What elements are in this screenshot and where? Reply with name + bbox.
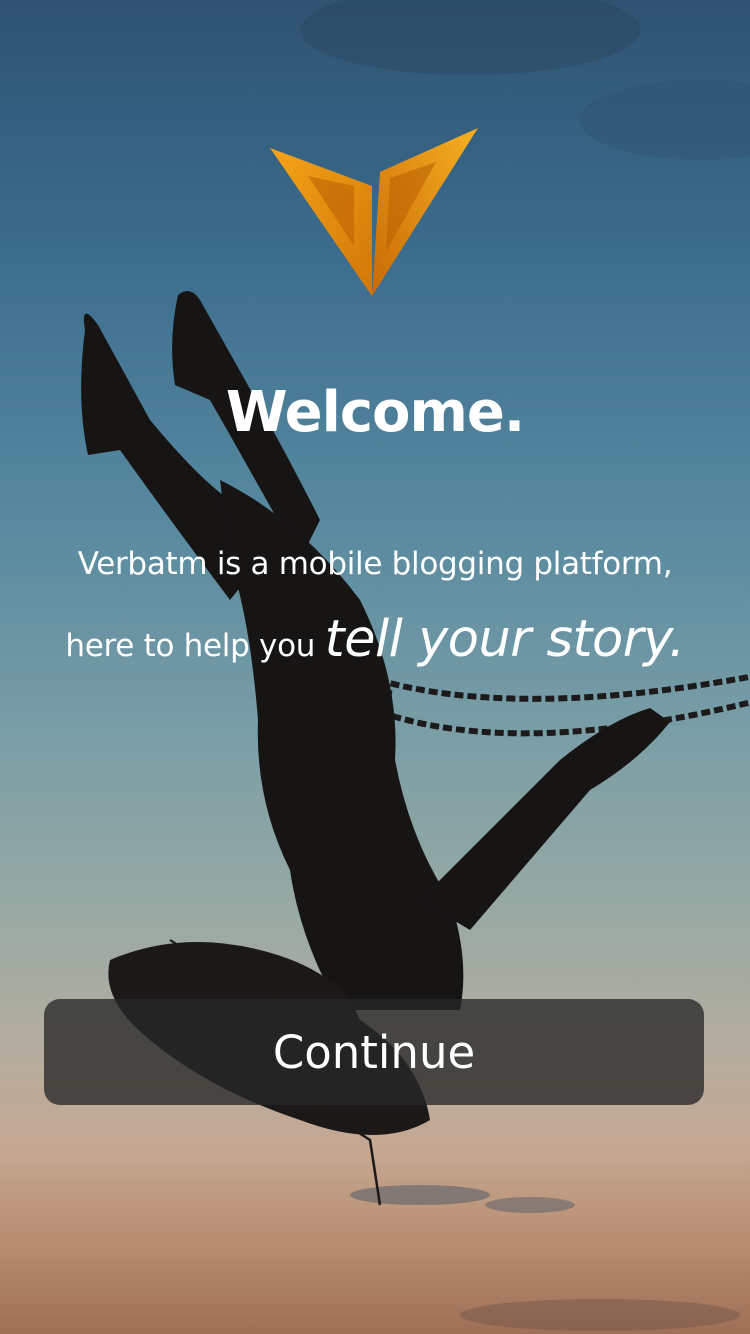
verbatm-logo	[270, 128, 478, 296]
welcome-screen: Welcome. Verbatm is a mobile blogging pl…	[0, 0, 750, 1334]
continue-button[interactable]: Continue	[44, 999, 704, 1105]
intro-text-prefix: here to help you	[65, 628, 325, 664]
tagline-emphasis: tell your story.	[324, 610, 685, 669]
welcome-title: Welcome.	[225, 380, 525, 445]
intro-text-line-2: here to help you tell your story.	[0, 610, 750, 669]
intro-text-line-1: Verbatm is a mobile blogging platform,	[77, 546, 673, 582]
